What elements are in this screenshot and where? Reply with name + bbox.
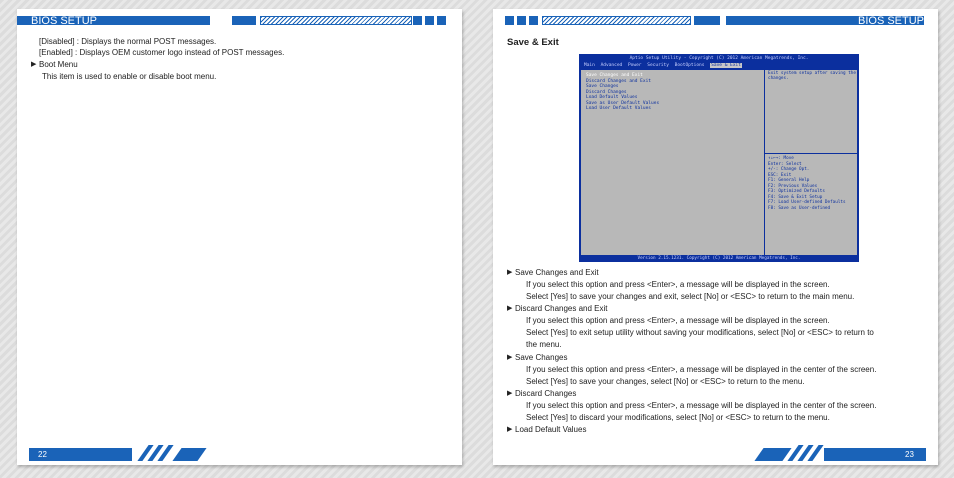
header-square [437,16,446,25]
bios-menu-advanced: Advanced [600,63,623,68]
header-square [413,16,422,25]
item-line: Select [Yes] to save your changes, selec… [526,377,805,386]
page-number: 23 [905,450,914,459]
bios-key-hint: F8: Save as User-defined [768,205,831,211]
bios-title: Aptio Setup Utility - Copyright (C) 2012… [629,56,809,61]
item-title: Discard Changes and Exit [515,304,608,313]
bullet-arrow-icon: ▶ [507,390,513,397]
bios-screenshot: Aptio Setup Utility - Copyright (C) 2012… [579,54,859,262]
footer-bar [754,448,792,461]
bios-divider [765,153,857,154]
header-square [517,16,526,25]
item-title: Load Default Values [515,425,587,434]
bios-version: Version 2.15.1231. Copyright (C) 2012 Am… [637,256,801,261]
right-page: BIOS SETUP Save & Exit Aptio Setup Utili… [493,9,938,465]
header-title: BIOS SETUP [858,15,925,27]
item-line: If you select this option and press <Ent… [526,316,830,325]
page-number: 22 [38,450,47,459]
bullet-arrow-icon: ▶ [507,269,513,276]
body-line: [Enabled] : Displays OEM customer logo i… [39,48,285,57]
bullet-arrow-icon: ▶ [507,305,513,312]
bullet-title: Boot Menu [39,60,78,69]
bios-help-text: Exit system setup after saving the chang… [768,71,856,82]
bullet-arrow-icon: ▶ [507,426,513,433]
bios-divider [764,70,765,255]
bullet-arrow-icon: ▶ [507,354,513,361]
item-line: If you select this option and press <Ent… [526,365,877,374]
item-line: the menu. [526,340,562,349]
body-line: [Disabled] : Displays the normal POST me… [39,37,217,46]
header-title: BIOS SETUP [31,15,98,27]
item-line: Select [Yes] to discard your modificatio… [526,413,830,422]
bios-menu-security: Security [647,63,669,68]
header-hatch [260,16,412,25]
header-block [694,16,720,25]
bios-menu-bootoptions: BootOptions [674,63,705,68]
item-line: Select [Yes] to save your changes and ex… [526,292,855,301]
bullet-arrow-icon: ▶ [31,61,37,68]
bullet-description: This item is used to enable or disable b… [42,72,217,81]
bios-menu-bar: Main Advanced Power Security BootOptions… [584,63,745,69]
item-line: If you select this option and press <Ent… [526,401,877,410]
bios-menu-save-exit: Save & Exit [710,63,742,68]
header-block [232,16,256,25]
left-page: BIOS SETUP [Disabled] : Displays the nor… [17,9,462,465]
header-square [505,16,514,25]
item-title: Discard Changes [515,389,577,398]
item-title: Save Changes [515,353,568,362]
bios-menu-power: Power [627,63,642,68]
header-hatch [542,16,691,25]
bios-menu-main: Main [584,63,595,68]
footer-bar [172,448,207,461]
section-title: Save & Exit [507,37,559,48]
item-line: Select [Yes] to exit setup utility witho… [526,328,874,337]
item-title: Save Changes and Exit [515,268,599,277]
item-line: If you select this option and press <Ent… [526,280,830,289]
header-square [529,16,538,25]
header-square [425,16,434,25]
bios-item: Load User Default Values [586,106,652,111]
bios-body: Save Changes and Exit Discard Changes an… [581,70,857,255]
